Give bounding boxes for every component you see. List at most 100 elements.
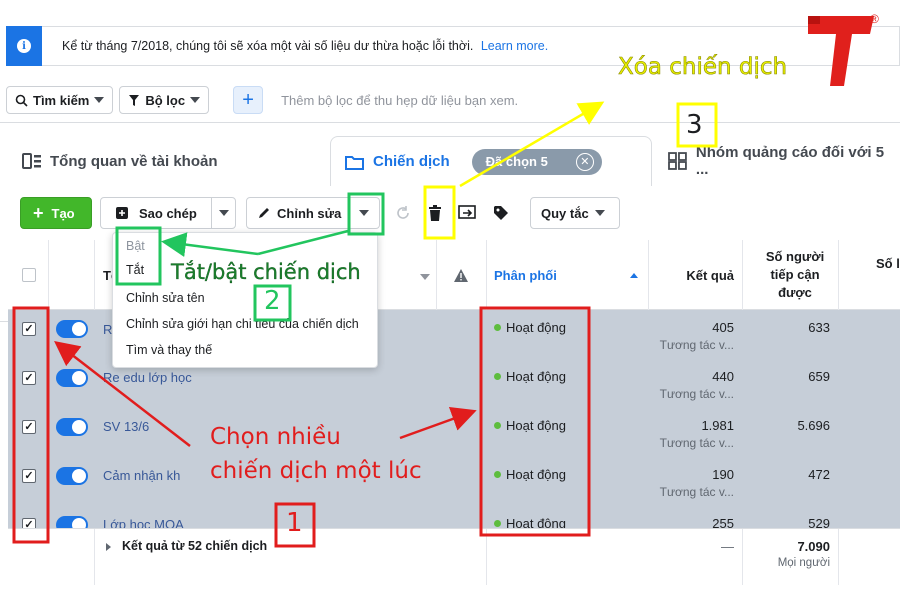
campaign-toggle[interactable] bbox=[56, 320, 88, 338]
campaign-name-link[interactable]: Cảm nhận kh bbox=[103, 468, 180, 483]
column-results-header[interactable]: Kết quả bbox=[686, 240, 734, 310]
tag-icon[interactable] bbox=[486, 197, 516, 229]
table-row[interactable]: ✓ Cảm nhận kh Hoạt động 190 Tương tác v.… bbox=[8, 460, 900, 510]
campaign-name-link[interactable]: R bbox=[103, 322, 112, 337]
reach-value: 5.696 bbox=[797, 418, 830, 433]
pencil-icon bbox=[259, 208, 269, 218]
row-checkbox[interactable]: ✓ bbox=[22, 420, 36, 434]
duplicate-icon bbox=[116, 207, 128, 219]
filter-label: Bộ lọc bbox=[145, 92, 186, 108]
results-type: Tương tác v... bbox=[659, 436, 734, 450]
campaign-name-link[interactable]: Re edu lớp học bbox=[103, 370, 192, 385]
campaign-name-link[interactable]: Lớp học MOA bbox=[103, 517, 184, 528]
copy-label: Sao chép bbox=[139, 205, 197, 221]
trash-icon[interactable] bbox=[420, 197, 450, 229]
table-row[interactable]: ✓ Re edu lớp học Hoạt động 440 Tương tác… bbox=[8, 362, 900, 412]
info-bar: i bbox=[6, 26, 42, 66]
menu-item-spend-limit[interactable]: Chỉnh sửa giới hạn chi tiêu của chiến dị… bbox=[126, 317, 359, 331]
tab-campaigns-label: Chiến dịch bbox=[373, 153, 450, 170]
tab-campaigns[interactable]: Chiến dịch Đã chọn 5 ✕ bbox=[330, 136, 652, 186]
search-button[interactable]: Tìm kiếm bbox=[6, 86, 114, 114]
chevron-down-icon bbox=[190, 97, 201, 103]
refresh-icon[interactable] bbox=[388, 197, 418, 229]
split-divider bbox=[211, 198, 212, 228]
status-text: Hoạt động bbox=[506, 320, 566, 335]
results-type: Tương tác v... bbox=[659, 485, 734, 499]
rules-button[interactable]: Quy tắc bbox=[530, 197, 620, 229]
copy-button[interactable]: Sao chép bbox=[100, 197, 236, 229]
menu-item-rename[interactable]: Chỉnh sửa tên bbox=[126, 291, 205, 305]
status-text: Hoạt động bbox=[506, 516, 566, 528]
status-dot-icon bbox=[494, 471, 501, 478]
row-checkbox[interactable]: ✓ bbox=[22, 518, 36, 528]
summary-reach-unit: Mọi người bbox=[777, 557, 830, 569]
table-row[interactable]: ✓ SV 13/6 Hoạt động 1.981 Tương tác v...… bbox=[8, 411, 900, 461]
clear-selection-icon[interactable]: ✕ bbox=[575, 152, 594, 171]
column-divider bbox=[94, 529, 95, 585]
status-text: Hoạt động bbox=[506, 369, 566, 384]
column-delivery-header[interactable]: Phân phối bbox=[494, 240, 557, 310]
filter-placeholder[interactable]: Thêm bộ lọc để thu hẹp dữ liệu bạn xem. bbox=[281, 93, 518, 108]
add-filter-button[interactable]: + bbox=[233, 86, 264, 114]
row-checkbox[interactable]: ✓ bbox=[22, 371, 36, 385]
menu-item-find-replace[interactable]: Tìm và thay thế bbox=[126, 343, 212, 357]
sort-caret-icon[interactable] bbox=[420, 274, 430, 280]
warning-icon bbox=[454, 240, 468, 310]
selected-count: Đã chọn 5 bbox=[485, 154, 548, 169]
search-label: Tìm kiếm bbox=[33, 92, 90, 108]
column-divider bbox=[436, 240, 437, 310]
table-row[interactable]: ✓ Lớp học MOA Hoạt động 255 529 bbox=[8, 509, 900, 528]
info-icon: i bbox=[17, 39, 31, 53]
select-all-checkbox[interactable] bbox=[22, 268, 36, 282]
column-divider bbox=[838, 529, 839, 585]
summary-row: Kết quả từ 52 chiến dịch — 7.090 Mọi ngư… bbox=[8, 528, 900, 585]
annotation-select-line2: chiến dịch một lúc bbox=[210, 458, 422, 484]
menu-item-on[interactable]: Bật bbox=[126, 239, 145, 253]
annotation-delete-label: Xóa chiến dịch bbox=[618, 54, 788, 81]
status-dot-icon bbox=[494, 373, 501, 380]
column-reach-header[interactable]: Số người tiếp cận được bbox=[760, 240, 830, 310]
split-divider bbox=[349, 198, 350, 228]
annotation-step-1: 1 bbox=[286, 508, 303, 538]
brand-logo: ® bbox=[804, 12, 884, 88]
annotation-toggle-label: Tắt/bật chiến dịch bbox=[171, 260, 361, 284]
row-checkbox[interactable]: ✓ bbox=[22, 469, 36, 483]
column-impressions-header[interactable]: Số l bbox=[876, 228, 900, 298]
chevron-down-icon[interactable] bbox=[219, 210, 229, 216]
column-divider bbox=[486, 240, 487, 310]
selected-count-pill[interactable]: Đã chọn 5 ✕ bbox=[471, 148, 602, 175]
campaign-toggle[interactable] bbox=[56, 369, 88, 387]
column-divider bbox=[742, 240, 743, 310]
delivery-status: Hoạt động bbox=[494, 516, 566, 528]
edit-dropdown-chevron-icon[interactable] bbox=[359, 210, 369, 216]
ab-test-icon[interactable] bbox=[452, 197, 482, 229]
sort-up-icon[interactable] bbox=[630, 273, 638, 278]
tab-account-overview[interactable]: Tổng quan về tài khoản bbox=[22, 136, 218, 186]
campaign-toggle[interactable] bbox=[56, 516, 88, 528]
edit-button[interactable]: Chỉnh sửa bbox=[246, 197, 380, 229]
learn-more-link[interactable]: Learn more. bbox=[481, 39, 548, 53]
row-checkbox[interactable]: ✓ bbox=[22, 322, 36, 336]
tab-adsets-label: Nhóm quảng cáo đối với 5 ... bbox=[695, 144, 885, 178]
filter-bar: Tìm kiếm Bộ lọc + Thêm bộ lọc để thu hẹp… bbox=[6, 86, 518, 114]
column-divider bbox=[94, 240, 95, 310]
results-value: 255 bbox=[712, 516, 734, 528]
filter-button[interactable]: Bộ lọc bbox=[119, 86, 210, 114]
column-divider bbox=[648, 240, 649, 310]
column-divider bbox=[486, 529, 487, 585]
campaign-toggle[interactable] bbox=[56, 467, 88, 485]
reach-value: 529 bbox=[808, 516, 830, 528]
campaign-name-link[interactable]: SV 13/6 bbox=[103, 419, 149, 434]
expand-icon[interactable] bbox=[106, 543, 111, 551]
column-divider bbox=[838, 240, 839, 310]
campaign-toggle[interactable] bbox=[56, 418, 88, 436]
edit-dropdown-menu: Bật Tắt Chỉnh sửa tên Chỉnh sửa giới hạn… bbox=[112, 232, 378, 368]
create-button[interactable]: + Tạo bbox=[20, 197, 92, 229]
column-divider bbox=[48, 240, 49, 310]
chevron-down-icon bbox=[94, 97, 105, 103]
menu-item-off[interactable]: Tắt bbox=[126, 263, 144, 277]
results-type: Tương tác v... bbox=[659, 387, 734, 401]
status-text: Hoạt động bbox=[506, 418, 566, 433]
tab-ad-sets[interactable]: Nhóm quảng cáo đối với 5 ... bbox=[668, 136, 900, 186]
folder-icon bbox=[345, 155, 364, 170]
